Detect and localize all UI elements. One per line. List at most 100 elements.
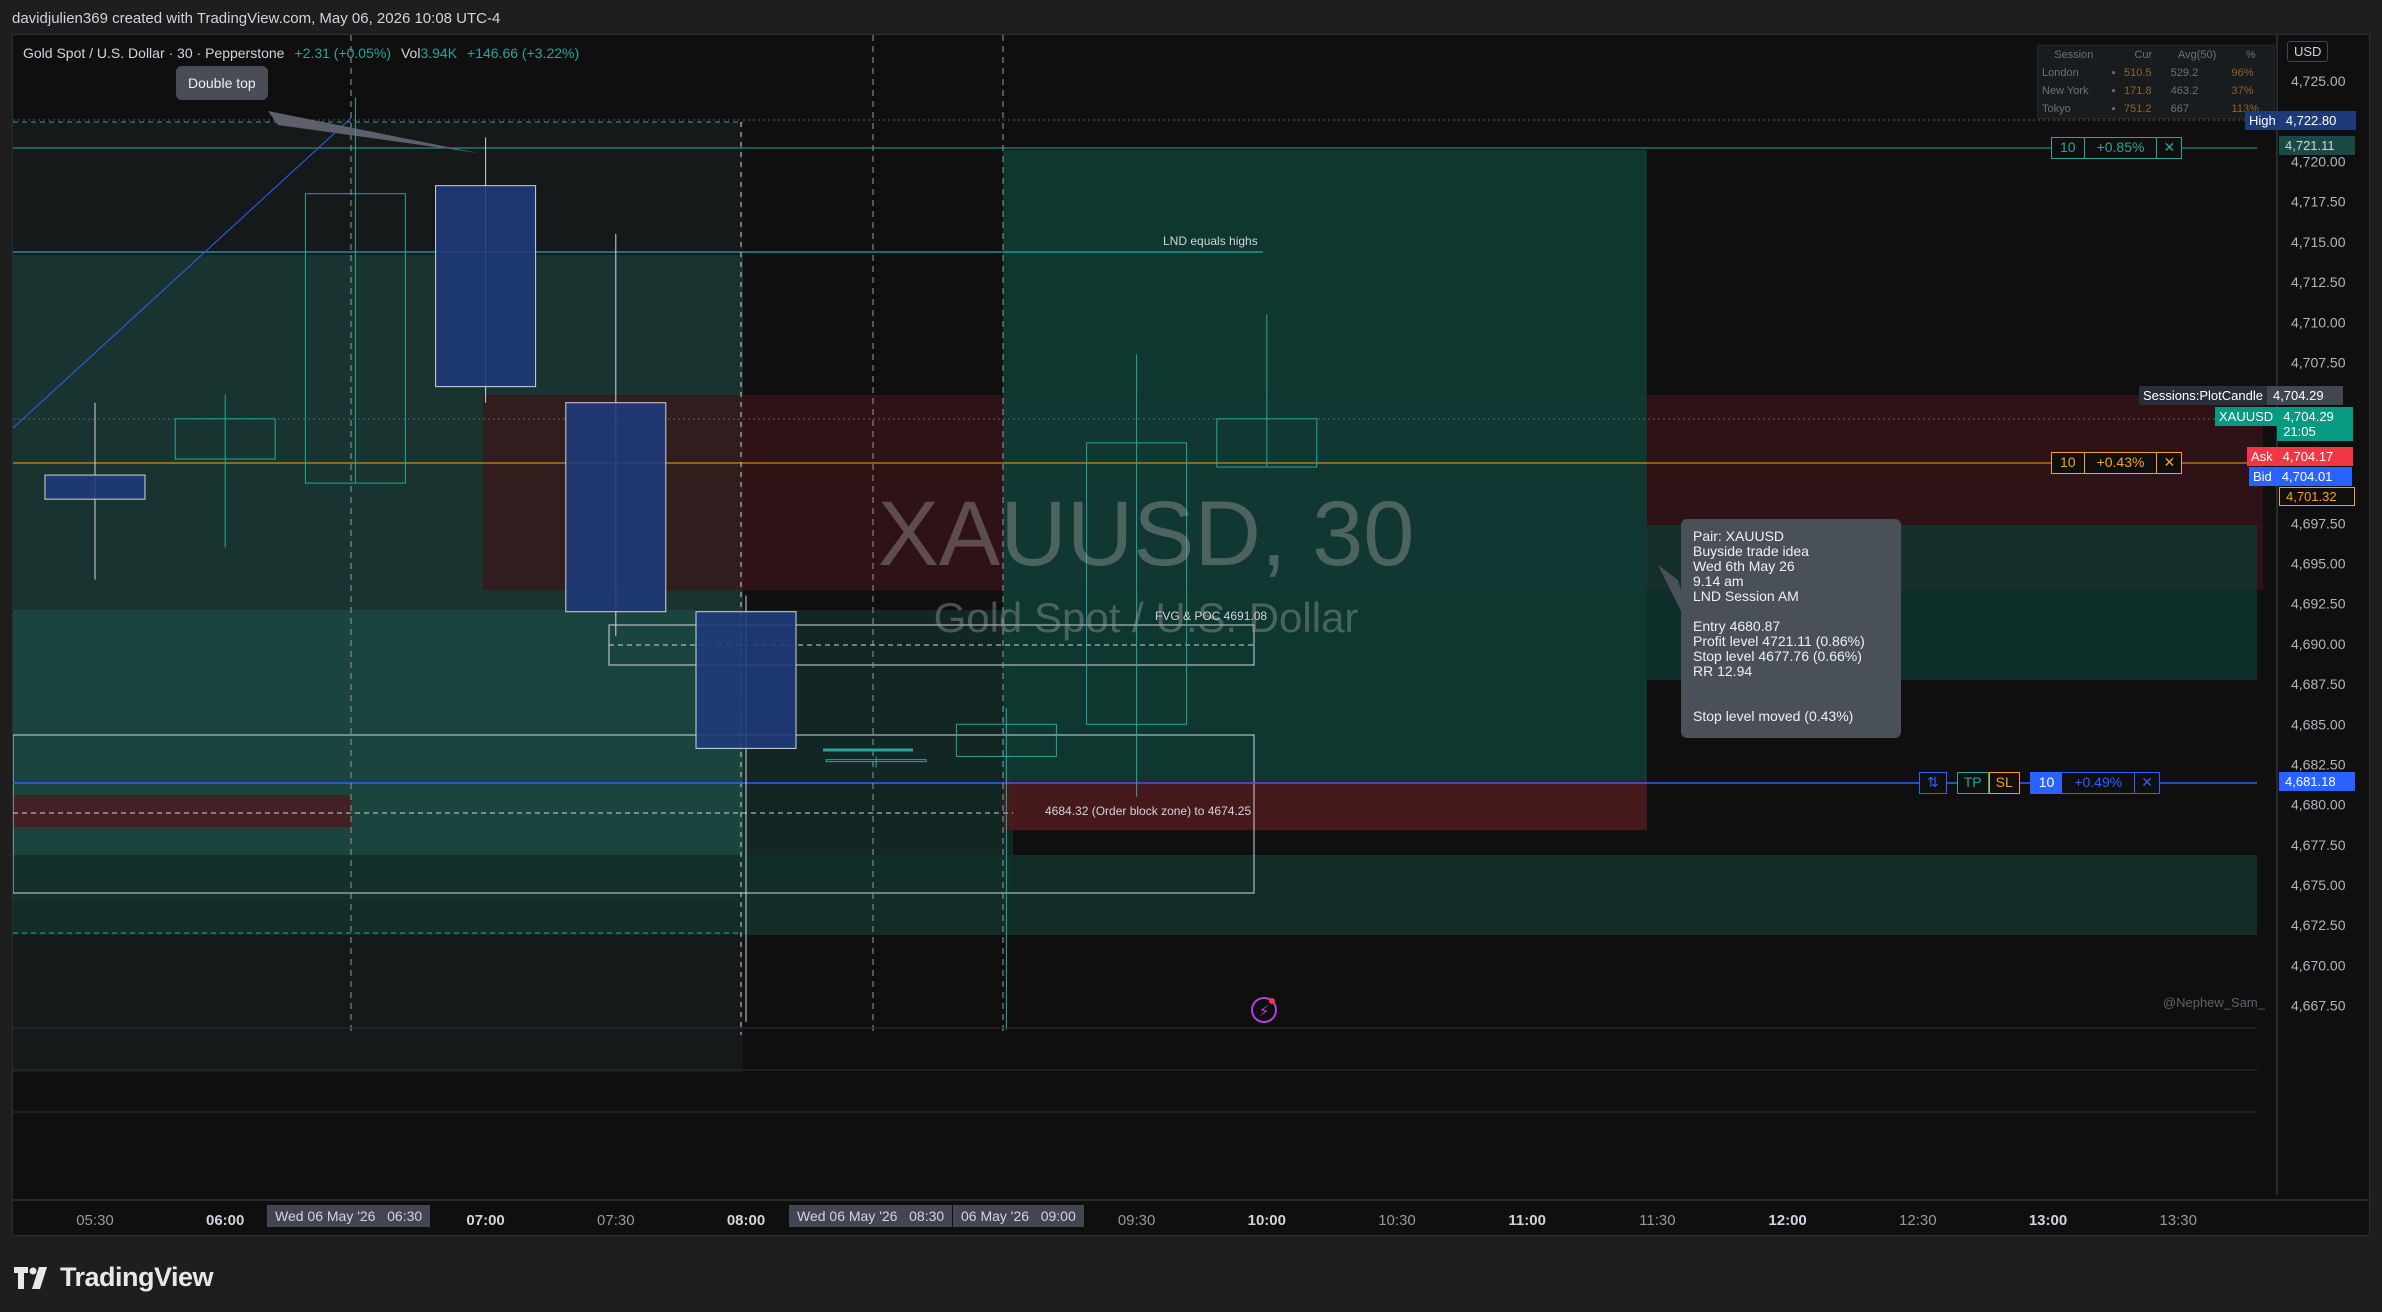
- time-tick-label: 13:30: [2159, 1212, 2197, 1229]
- fvg-poc-label: FVG & POC 4691.08: [1155, 609, 1267, 623]
- currency-button[interactable]: USD: [2287, 41, 2329, 62]
- time-tick-label: 12:30: [1899, 1212, 1937, 1229]
- tp-button[interactable]: TP: [1956, 772, 1989, 794]
- tp-close-icon[interactable]: ✕: [2157, 138, 2181, 158]
- order-block-red: [13, 795, 351, 827]
- sessions-header-cur: Cur: [2134, 49, 2153, 61]
- attribution-text: davidjulien369 created with TradingView.…: [12, 10, 501, 27]
- trade-box-line: [1693, 694, 1889, 709]
- entry-close-icon[interactable]: ✕: [2135, 773, 2159, 793]
- bar-countdown: 21:05: [2283, 424, 2316, 439]
- entry-order-qty[interactable]: 10: [2030, 773, 2063, 793]
- trade-box-line: Wed 6th May 26: [1693, 558, 1795, 574]
- tradingview-logo[interactable]: TradingView: [14, 1262, 214, 1293]
- entry-order-line[interactable]: ⇅ TP SL 10 +0.49% ✕: [1919, 772, 2160, 794]
- trade-box-line: Stop level 4677.76 (0.66%): [1693, 648, 1862, 664]
- tp-order-pct[interactable]: +0.85%: [2085, 138, 2158, 158]
- price-axis-ticks[interactable]: 4,725.00 4,720.00 4,717.50 4,715.00 4,712.50…: [2291, 73, 2346, 1013]
- alert-dot-icon: [1269, 998, 1275, 1004]
- price-tick-label: 4,670.00: [2291, 957, 2346, 973]
- candle-body: [565, 402, 667, 613]
- price-tick-label: 4,680.00: [2291, 797, 2346, 813]
- watermark-symbol: XAUUSD, 30: [878, 483, 1415, 585]
- sl-order-pct[interactable]: +0.43%: [2085, 453, 2158, 473]
- price-tick-label: 4,695.00: [2291, 555, 2346, 571]
- credit-text: @Nephew_Sam_: [2163, 995, 2266, 1010]
- bid-price-label: Bid 4,704.01: [2249, 467, 2352, 486]
- high-price-label: High 4,722.80: [2245, 111, 2356, 130]
- trade-box-line: [1693, 604, 1889, 619]
- time-tick-label: 08:00: [727, 1212, 765, 1229]
- price-tick-label: 4,682.50: [2291, 756, 2346, 772]
- tradingview-logo-icon: [14, 1266, 47, 1289]
- trade-box-line: Stop level moved (0.43%): [1693, 708, 1854, 724]
- legend-vol-value: 3.94K: [420, 45, 458, 61]
- time-tick-label: 13:00: [2029, 1212, 2067, 1229]
- time-crosshair-label-2: Wed 06 May '26 08:30: [789, 1205, 953, 1227]
- price-tick-label: 4,725.00: [2291, 73, 2346, 89]
- price-tick-label: 4,712.50: [2291, 274, 2346, 290]
- trade-box-line: RR 12.94: [1693, 663, 1753, 679]
- order-block-label: 4684.32 (Order block zone) to 4674.25: [1045, 804, 1251, 818]
- watermark-description: Gold Spot / U.S. Dollar: [934, 594, 1359, 641]
- trade-box-line: LND Session AM: [1693, 588, 1799, 604]
- time-crosshair-label-1: Wed 06 May '26 06:30: [267, 1205, 431, 1227]
- tp-order-qty[interactable]: 10: [2052, 138, 2085, 158]
- time-tick-label: 07:30: [597, 1212, 635, 1229]
- time-tick-label: 06:00: [206, 1212, 244, 1229]
- table-row: New York ▪ 171.8 463.2 37%: [2042, 85, 2254, 97]
- price-tick-label: 4,692.50: [2291, 596, 2346, 612]
- price-tick-label: 4,707.50: [2291, 355, 2346, 371]
- trade-box-line: Pair: XAUUSD: [1693, 528, 1785, 544]
- time-tick-label: 10:00: [1248, 1212, 1286, 1229]
- ask-price-label: Ask 4,704.17: [2247, 447, 2353, 466]
- chart-pane[interactable]: XAUUSD, 30 Gold Spot / U.S. Dollar LND e…: [12, 34, 2370, 1236]
- trade-box-line: [1693, 679, 1889, 694]
- tp-price-label: 4,721.11: [2279, 136, 2355, 155]
- time-tick-label: 10:30: [1378, 1212, 1416, 1229]
- price-tick-label: 4,720.00: [2291, 154, 2346, 170]
- trade-box-line: 9.14 am: [1693, 573, 1744, 589]
- time-tick-label: 11:30: [1639, 1212, 1675, 1229]
- trade-box-line: Buyside trade idea: [1693, 543, 1809, 559]
- price-tick-label: 4,675.00: [2291, 877, 2346, 893]
- reverse-icon[interactable]: ⇅: [1919, 772, 1947, 794]
- sessions-table: Session Cur Avg(50) % London ▪ 510.5 529…: [2037, 45, 2275, 119]
- lightning-icon: ⚡: [1259, 1003, 1270, 1020]
- tradingview-logo-text: TradingView: [60, 1262, 214, 1292]
- price-tick-label: 4,685.00: [2291, 716, 2346, 732]
- sl-close-icon[interactable]: ✕: [2157, 453, 2181, 473]
- symbol-legend[interactable]: Gold Spot / U.S. Dollar · 30 · Peppersto…: [23, 45, 579, 61]
- zone-bottom-teal: [13, 855, 2257, 935]
- sl-button[interactable]: SL: [1988, 772, 2020, 794]
- price-tick-label: 4,710.00: [2291, 314, 2346, 330]
- sl-order-qty[interactable]: 10: [2052, 453, 2085, 473]
- sessions-plot-label: Sessions:PlotCandle 4,704.29: [2139, 386, 2343, 405]
- legend-symbol[interactable]: Gold Spot / U.S. Dollar · 30 · Peppersto…: [23, 45, 284, 61]
- sessions-header-avg: Avg(50): [2177, 49, 2217, 61]
- candle-body: [695, 611, 797, 749]
- chart-canvas[interactable]: XAUUSD, 30 Gold Spot / U.S. Dollar LND e…: [13, 35, 2369, 1235]
- entry-order-pct[interactable]: +0.49%: [2062, 773, 2136, 793]
- legend-change: +2.31 (+0.05%): [294, 45, 391, 61]
- double-top-callout[interactable]: Double top: [176, 66, 268, 100]
- price-tick-label: 4,717.50: [2291, 194, 2346, 210]
- legend-vol-label: Vol: [400, 45, 421, 61]
- trade-box-line: Entry 4680.87: [1693, 618, 1781, 634]
- legend-vol-change: +146.66 (+3.22%): [467, 45, 580, 61]
- lnd-equals-highs-label: LND equals highs: [1163, 234, 1258, 248]
- tp-order-line[interactable]: 10 +0.85% ✕: [2051, 137, 2183, 159]
- price-tick-label: 4,667.50: [2291, 998, 2346, 1014]
- bottom-bar: [0, 1236, 2382, 1312]
- trade-idea-box[interactable]: Pair: XAUUSD Buyside trade idea Wed 6th Ma…: [1681, 519, 1901, 738]
- sl-order-line[interactable]: 10 +0.43% ✕: [2051, 452, 2183, 474]
- time-tick-label: 05:30: [76, 1212, 114, 1229]
- price-tick-label: 4,687.50: [2291, 676, 2346, 692]
- time-tick-label: 11:00: [1508, 1212, 1546, 1229]
- trade-box-line: Profit level 4721.11 (0.86%): [1693, 633, 1865, 649]
- sessions-header-pct: %: [2245, 49, 2256, 61]
- entry-price-label: 4,681.18: [2279, 772, 2355, 791]
- sessions-header-session: Session: [2054, 49, 2094, 61]
- candle-body: [44, 474, 146, 500]
- table-row: London ▪ 510.5 529.2 96%: [2042, 67, 2254, 79]
